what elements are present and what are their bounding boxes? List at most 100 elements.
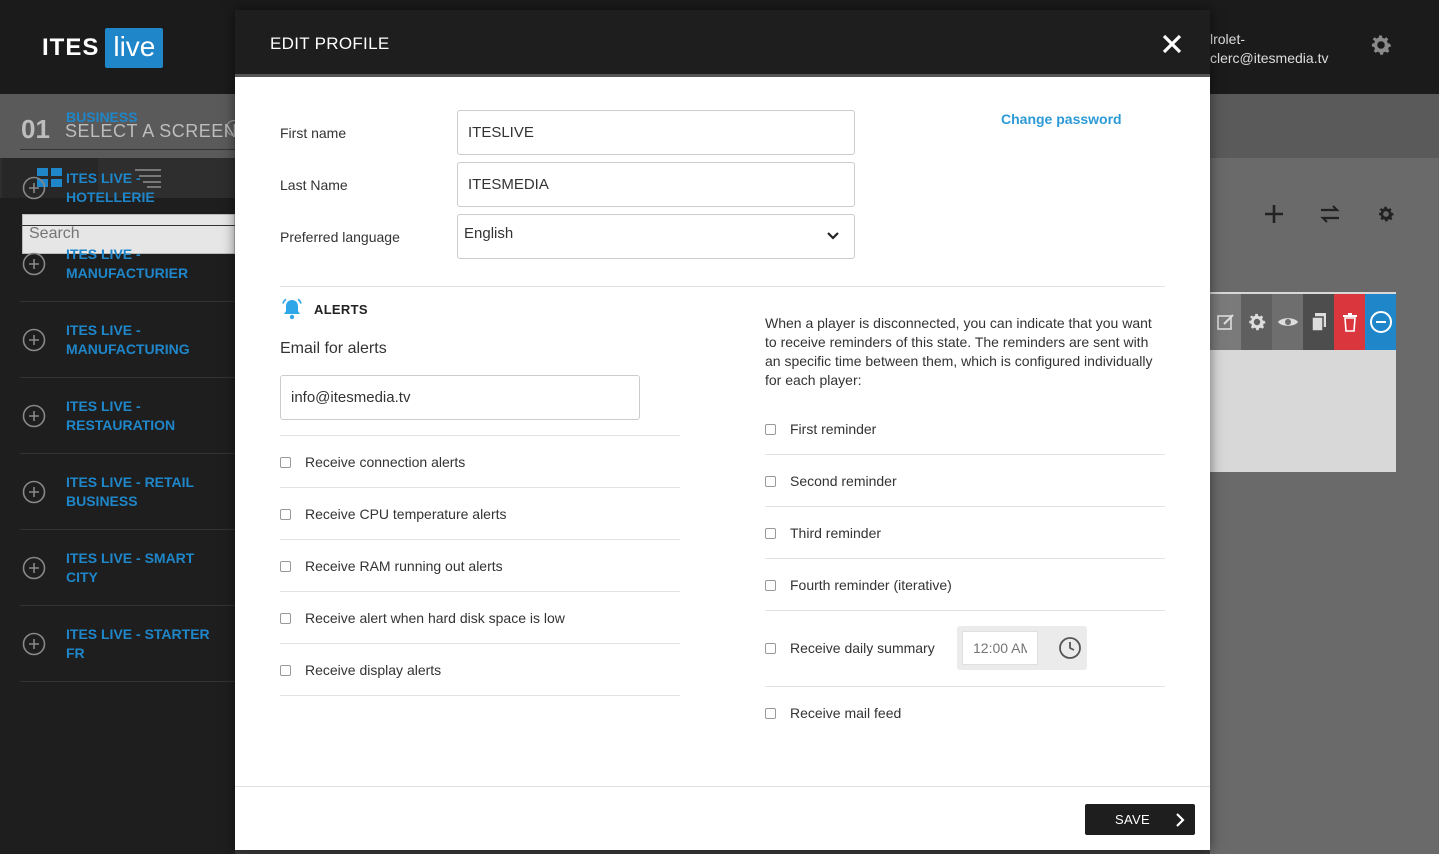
- category-item[interactable]: ITES LIVE - SMART CITY: [20, 530, 235, 606]
- language-select[interactable]: English: [457, 214, 855, 259]
- plus-circle-icon[interactable]: [22, 176, 46, 200]
- checkbox-label: Receive daily summary: [790, 640, 935, 656]
- reminder-description: When a player is disconnected, you can i…: [765, 315, 1153, 388]
- copy-button[interactable]: [1303, 294, 1334, 350]
- settings-button[interactable]: [1241, 294, 1272, 350]
- gear-icon: [1248, 313, 1266, 331]
- checkbox-box[interactable]: [765, 642, 776, 654]
- checkbox-box[interactable]: [280, 664, 291, 676]
- category-label: ITES LIVE - SMART CITY: [66, 549, 195, 585]
- plus-icon: [1265, 205, 1283, 223]
- plus-circle-icon[interactable]: [22, 632, 46, 656]
- modal-footer-divider: [235, 786, 1210, 787]
- daily-summary-time-input[interactable]: [962, 631, 1038, 665]
- checkbox-box[interactable]: [280, 508, 291, 520]
- logo-text-live: live: [105, 28, 164, 68]
- checkbox-label: Receive mail feed: [790, 705, 902, 721]
- disk-space-alerts-checkbox[interactable]: Receive alert when hard disk space is lo…: [280, 610, 565, 626]
- email-alerts-input[interactable]: [280, 375, 640, 420]
- row-divider: [765, 610, 1165, 611]
- plus-circle-icon[interactable]: [22, 252, 46, 276]
- checkbox-label: First reminder: [790, 421, 877, 437]
- checkbox-label: Third reminder: [790, 525, 882, 541]
- checkbox-box[interactable]: [280, 456, 291, 468]
- panel-toolbar: [1258, 200, 1426, 228]
- edit-button[interactable]: [1210, 294, 1241, 350]
- alerts-heading: ALERTS: [280, 297, 368, 321]
- category-label: ITES LIVE - MANUFACTURING: [66, 321, 190, 357]
- edit-icon: [1216, 314, 1234, 330]
- category-label: ITES LIVE - RESTAURATION: [66, 397, 176, 433]
- alerts-title: ALERTS: [314, 301, 368, 317]
- card-action-bar: [1210, 294, 1396, 350]
- section-divider: [280, 286, 1165, 287]
- category-item[interactable]: ITES LIVE - MANUFACTURIER: [20, 226, 235, 302]
- plus-circle-icon[interactable]: [22, 404, 46, 428]
- swap-button[interactable]: [1314, 200, 1346, 228]
- checkbox-label: Receive CPU temperature alerts: [305, 506, 507, 522]
- bell-icon: [282, 298, 302, 320]
- category-item[interactable]: BUSINESS: [20, 104, 235, 150]
- display-alerts-checkbox[interactable]: Receive display alerts: [280, 662, 441, 678]
- category-list: BUSINESS ITES LIVE - HOTELLERIE ITES LIV…: [20, 104, 235, 682]
- close-icon[interactable]: [1160, 32, 1184, 56]
- checkbox-label: Second reminder: [790, 473, 897, 489]
- category-item[interactable]: ITES LIVE - MANUFACTURING: [20, 302, 235, 378]
- third-reminder-checkbox[interactable]: Third reminder: [765, 525, 881, 541]
- checkbox-label: Receive RAM running out alerts: [305, 558, 503, 574]
- copy-icon: [1310, 313, 1326, 332]
- checkbox-box[interactable]: [765, 423, 776, 435]
- ram-alerts-checkbox[interactable]: Receive RAM running out alerts: [280, 558, 503, 574]
- modal-title: EDIT PROFILE: [270, 34, 390, 53]
- eye-icon: [1277, 318, 1298, 326]
- checkbox-box[interactable]: [765, 579, 776, 591]
- save-button[interactable]: SAVE: [1085, 804, 1195, 835]
- swap-icon: [1320, 205, 1340, 223]
- connection-alerts-checkbox[interactable]: Receive connection alerts: [280, 454, 465, 470]
- category-item[interactable]: ITES LIVE - RETAIL BUSINESS: [20, 454, 235, 530]
- last-name-input[interactable]: [457, 162, 855, 207]
- disable-button[interactable]: [1365, 294, 1396, 350]
- row-divider: [280, 643, 680, 644]
- gear-icon[interactable]: [1368, 32, 1394, 58]
- add-button[interactable]: [1258, 200, 1290, 228]
- user-email[interactable]: lrolet- clerc@itesmedia.tv: [1210, 30, 1328, 68]
- first-name-input[interactable]: [457, 110, 855, 155]
- checkbox-box[interactable]: [765, 707, 776, 719]
- preview-button[interactable]: [1272, 294, 1303, 350]
- daily-summary-checkbox[interactable]: Receive daily summary: [765, 640, 935, 656]
- clock-icon[interactable]: [1058, 636, 1082, 660]
- modal-header: EDIT PROFILE: [235, 10, 1210, 77]
- change-password-link[interactable]: Change password: [1001, 111, 1122, 127]
- settings-button[interactable]: [1370, 200, 1402, 228]
- row-divider: [280, 435, 680, 436]
- checkbox-box[interactable]: [280, 612, 291, 624]
- checkbox-label: Fourth reminder (iterative): [790, 577, 952, 593]
- delete-button[interactable]: [1334, 294, 1365, 350]
- plus-circle-icon[interactable]: [22, 480, 46, 504]
- row-divider: [280, 539, 680, 540]
- category-label: BUSINESS: [66, 109, 138, 125]
- second-reminder-checkbox[interactable]: Second reminder: [765, 473, 897, 489]
- gear-icon: [1379, 206, 1394, 222]
- fourth-reminder-checkbox[interactable]: Fourth reminder (iterative): [765, 577, 952, 593]
- checkbox-box[interactable]: [280, 560, 291, 572]
- category-item[interactable]: ITES LIVE - HOTELLERIE: [20, 150, 235, 226]
- category-label: ITES LIVE - MANUFACTURIER: [66, 245, 189, 281]
- checkbox-box[interactable]: [765, 475, 776, 487]
- plus-circle-icon[interactable]: [22, 556, 46, 580]
- trash-icon: [1342, 313, 1357, 332]
- language-selected-value: English: [464, 225, 514, 242]
- plus-circle-icon[interactable]: [22, 328, 46, 352]
- cpu-temperature-alerts-checkbox[interactable]: Receive CPU temperature alerts: [280, 506, 507, 522]
- mail-feed-checkbox[interactable]: Receive mail feed: [765, 705, 901, 721]
- checkbox-box[interactable]: [765, 527, 776, 539]
- chevron-down-icon: [827, 232, 839, 240]
- category-item[interactable]: ITES LIVE - RESTAURATION: [20, 378, 235, 454]
- first-reminder-checkbox[interactable]: First reminder: [765, 421, 876, 437]
- logo-text-ites: ITES: [42, 34, 100, 61]
- row-divider: [765, 506, 1165, 507]
- row-divider: [765, 558, 1165, 559]
- category-item[interactable]: ITES LIVE - STARTER FR: [20, 606, 235, 682]
- ites-live-logo[interactable]: ITES live: [42, 28, 164, 68]
